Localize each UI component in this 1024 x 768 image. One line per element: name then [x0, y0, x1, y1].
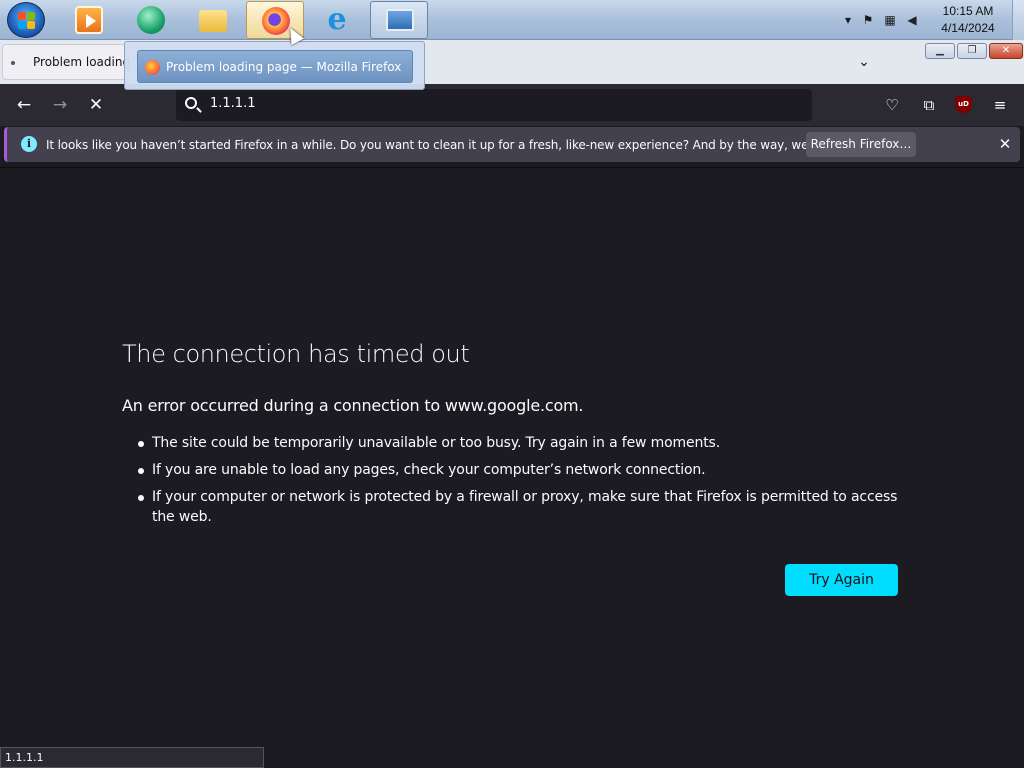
- volume-muted-icon[interactable]: ◀: [904, 12, 920, 28]
- clock-date: 4/14/2024: [941, 21, 995, 35]
- navigation-toolbar: ← → ✕ 1.1.1.1 ♡ ⧉ uD ≡: [0, 84, 1024, 126]
- thumbnail-window-title: Problem loading page — Mozilla Firefox: [166, 60, 402, 74]
- ublock-origin-button[interactable]: uD: [955, 96, 972, 113]
- taskbar-internet-explorer[interactable]: e: [308, 1, 366, 39]
- search-icon: [185, 97, 197, 109]
- system-tray: ▾ ⚑ ▦ ◀ 10:15 AM 4/14/2024: [834, 0, 1024, 40]
- chevron-down-icon: ⌄: [858, 54, 870, 70]
- url-input[interactable]: 1.1.1.1: [210, 96, 255, 111]
- list-item: If you are unable to load any pages, che…: [136, 460, 906, 480]
- chat-app-icon: [137, 6, 165, 34]
- error-page: The connection has timed out An error oc…: [0, 167, 1024, 768]
- back-button[interactable]: ←: [10, 91, 38, 119]
- close-icon: ✕: [998, 135, 1012, 153]
- extensions-button[interactable]: ⧉: [917, 93, 941, 117]
- thumbnail-window-item[interactable]: Problem loading page — Mozilla Firefox: [137, 50, 413, 83]
- taskbar-media-player[interactable]: [60, 1, 118, 39]
- taskbar-thumbnail-popup: Problem loading page — Mozilla Firefox: [124, 41, 425, 90]
- restore-button[interactable]: ❐: [957, 43, 987, 59]
- try-again-button[interactable]: Try Again: [785, 564, 898, 596]
- pocket-icon: ♡: [885, 96, 899, 114]
- restore-icon: ❐: [967, 45, 977, 56]
- puzzle-icon: ⧉: [923, 96, 935, 114]
- status-panel: 1.1.1.1: [0, 747, 264, 768]
- start-button[interactable]: [7, 2, 45, 38]
- list-item: If your computer or network is protected…: [136, 487, 906, 527]
- minimize-icon: ▁: [936, 45, 944, 56]
- tab-label: Problem loading: [33, 55, 131, 69]
- close-icon: ✕: [1001, 45, 1011, 56]
- refresh-firefox-notification: i It looks like you haven’t started Fire…: [4, 127, 1020, 162]
- media-player-icon: [75, 6, 103, 34]
- close-notification-button[interactable]: ✕: [993, 132, 1017, 156]
- error-description: An error occurred during a connection to…: [122, 396, 584, 415]
- internet-explorer-icon: e: [327, 2, 347, 37]
- forward-button[interactable]: →: [46, 91, 74, 119]
- notification-message: It looks like you haven’t started Firefo…: [46, 138, 881, 152]
- show-desktop-button[interactable]: [1012, 0, 1024, 40]
- clock[interactable]: 10:15 AM 4/14/2024: [936, 3, 1000, 37]
- minimize-button[interactable]: ▁: [925, 43, 955, 59]
- pocket-button[interactable]: ♡: [880, 93, 904, 117]
- hamburger-menu-icon: ≡: [993, 96, 1007, 114]
- windows-logo-icon: [18, 12, 36, 30]
- firefox-icon: [145, 60, 160, 75]
- windows-taskbar: e ▾ ⚑ ▦ ◀ 10:15 AM 4/14/2024: [0, 0, 1024, 40]
- forward-arrow-icon: →: [52, 95, 68, 115]
- close-window-button[interactable]: ✕: [989, 43, 1023, 59]
- refresh-firefox-button[interactable]: Refresh Firefox…: [806, 132, 916, 157]
- stop-icon: ✕: [88, 95, 104, 115]
- error-title: The connection has timed out: [122, 340, 470, 368]
- show-hidden-icons-icon[interactable]: ▾: [840, 12, 856, 28]
- folder-icon: [199, 10, 227, 32]
- taskbar-control-panel[interactable]: [370, 1, 428, 39]
- info-icon: i: [21, 136, 37, 152]
- error-suggestions: The site could be temporarily unavailabl…: [136, 433, 906, 534]
- stop-button[interactable]: ✕: [82, 91, 110, 119]
- network-icon[interactable]: ▦: [882, 12, 898, 28]
- taskbar-chat-app[interactable]: [122, 1, 180, 39]
- tab-loading-indicator: [11, 61, 15, 65]
- app-menu-button[interactable]: ≡: [988, 93, 1012, 117]
- tab-problem-loading[interactable]: Problem loading: [2, 44, 130, 80]
- list-all-tabs-button[interactable]: ⌄: [852, 50, 876, 74]
- list-item: The site could be temporarily unavailabl…: [136, 433, 906, 453]
- back-arrow-icon: ←: [16, 95, 32, 115]
- taskbar-file-explorer[interactable]: [184, 1, 242, 39]
- url-bar[interactable]: 1.1.1.1: [176, 89, 812, 121]
- control-panel-icon: [386, 9, 414, 31]
- ublock-badge: uD: [958, 100, 969, 108]
- action-center-flag-icon[interactable]: ⚑: [860, 12, 876, 28]
- clock-time: 10:15 AM: [942, 4, 994, 18]
